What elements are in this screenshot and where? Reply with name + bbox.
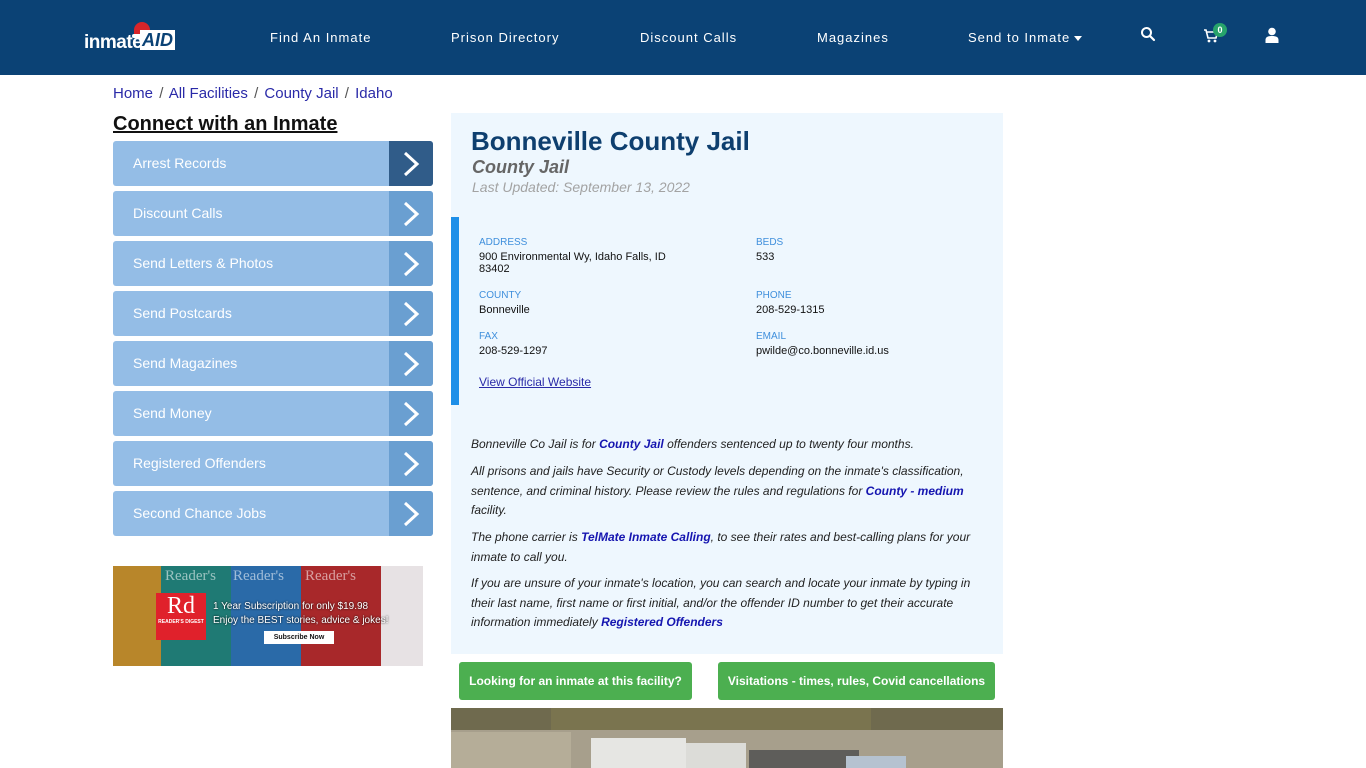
- ad-offer-text: 1 Year Subscription for only $19.98: [213, 601, 369, 612]
- search-icon: [1141, 27, 1156, 42]
- sidebar-title: Connect with an Inmate: [113, 113, 338, 135]
- nav-magazines[interactable]: Magazines: [817, 30, 889, 45]
- sidebar-item-label: Registered Offenders: [133, 455, 266, 471]
- last-updated: Last Updated: September 13, 2022: [472, 179, 690, 195]
- inmateaid-logo[interactable]: inmate AID: [84, 22, 184, 56]
- find-inmate-at-facility-button[interactable]: Looking for an inmate at this facility?: [459, 662, 692, 700]
- beds-value: 533: [756, 251, 775, 263]
- description-paragraph: Bonneville Co Jail is for County Jail of…: [471, 435, 981, 455]
- readers-digest-logo: Rd READER'S DIGEST: [156, 593, 206, 640]
- breadcrumb-separator: /: [344, 85, 349, 102]
- email-label: EMAIL: [756, 331, 787, 342]
- beds-label: BEDS: [756, 237, 784, 248]
- sidebar-item-label: Send Letters & Photos: [133, 255, 274, 271]
- sidebar-item-arrest-records[interactable]: Arrest Records: [113, 141, 433, 186]
- chevron-right-icon: [389, 191, 433, 236]
- fax-label: FAX: [479, 331, 498, 342]
- facility-type: County Jail: [472, 157, 570, 177]
- breadcrumb-separator: /: [159, 85, 164, 102]
- sidebar-item-label: Arrest Records: [133, 155, 227, 171]
- facility-name: Bonneville County Jail: [471, 126, 750, 156]
- user-icon: [1265, 27, 1279, 43]
- sidebar-item-send-postcards[interactable]: Send Postcards: [113, 291, 433, 336]
- description-paragraph: The phone carrier is TelMate Inmate Call…: [471, 528, 981, 567]
- nav-find-an-inmate[interactable]: Find An Inmate: [270, 30, 371, 45]
- sidebar-item-label: Send Money: [133, 405, 212, 421]
- logo-rd: Rd: [166, 593, 195, 619]
- breadcrumb-idaho[interactable]: Idaho: [355, 85, 393, 102]
- nav-send-to-inmate-label: Send to Inmate: [968, 30, 1071, 45]
- nav-send-to-inmate[interactable]: Send to Inmate: [968, 30, 1083, 45]
- chevron-right-icon: [389, 491, 433, 536]
- facility-aerial-photo: [451, 708, 1003, 768]
- sidebar-item-label: Send Postcards: [133, 305, 232, 321]
- description-text: offenders sentenced up to twenty four mo…: [663, 437, 914, 451]
- readers-digest-ad[interactable]: Reader's Reader's Reader's Rd READER'S D…: [113, 566, 423, 666]
- magazine-masthead: Reader's: [233, 568, 285, 584]
- sidebar-item-label: Second Chance Jobs: [133, 505, 267, 521]
- address-line1: 900 Environmental Wy, Idaho Falls, ID: [479, 251, 666, 263]
- visitations-button[interactable]: Visitations - times, rules, Covid cancel…: [718, 662, 995, 700]
- info-accent-bar: [451, 217, 459, 405]
- logo-aid: AID: [140, 30, 175, 50]
- email-value: pwilde@co.bonneville.id.us: [756, 345, 889, 357]
- ad-tagline: Enjoy the BEST stories, advice & jokes!: [213, 615, 389, 626]
- search-button[interactable]: [1140, 26, 1160, 46]
- logo-readers-digest: READER'S DIGEST: [158, 619, 204, 625]
- aerial-photo-graphic: [451, 708, 1003, 768]
- breadcrumb-all-facilities[interactable]: All Facilities: [169, 85, 248, 102]
- sidebar-item-send-money[interactable]: Send Money: [113, 391, 433, 436]
- description-text: facility.: [471, 503, 507, 517]
- county-label: COUNTY: [479, 290, 522, 301]
- chevron-right-icon: [389, 341, 433, 386]
- address-line2: 83402: [479, 263, 510, 275]
- chevron-right-icon: [389, 441, 433, 486]
- top-navbar: inmate AID Find An Inmate Prison Directo…: [0, 0, 1366, 75]
- nav-discount-calls[interactable]: Discount Calls: [640, 30, 737, 45]
- description-paragraph: If you are unsure of your inmate's locat…: [471, 574, 981, 633]
- sidebar-item-discount-calls[interactable]: Discount Calls: [113, 191, 433, 236]
- magazine-masthead: Reader's: [165, 568, 217, 584]
- account-button[interactable]: [1265, 27, 1285, 47]
- description-text: The phone carrier is: [471, 530, 582, 544]
- breadcrumb-county-jail[interactable]: County Jail: [264, 85, 338, 102]
- county-medium-link[interactable]: County - medium: [866, 484, 964, 498]
- cart-count-badge: 0: [1213, 23, 1227, 37]
- telmate-link[interactable]: TelMate Inmate Calling: [581, 530, 711, 544]
- nav-prison-directory[interactable]: Prison Directory: [451, 30, 559, 45]
- caret-down-icon: [1074, 36, 1083, 42]
- subscribe-now-button[interactable]: Subscribe Now: [264, 631, 334, 644]
- phone-label: PHONE: [756, 290, 792, 301]
- chevron-right-icon: [389, 141, 433, 186]
- sidebar-item-send-letters-photos[interactable]: Send Letters & Photos: [113, 241, 433, 286]
- county-jail-link[interactable]: County Jail: [599, 437, 664, 451]
- chevron-right-icon: [389, 241, 433, 286]
- breadcrumb-home[interactable]: Home: [113, 85, 153, 102]
- sidebar-item-send-magazines[interactable]: Send Magazines: [113, 341, 433, 386]
- address-label: ADDRESS: [479, 237, 528, 248]
- sidebar-item-label: Send Magazines: [133, 355, 238, 371]
- magazine-masthead: Reader's: [305, 568, 357, 584]
- breadcrumb: Home / All Facilities / County Jail / Id…: [113, 85, 393, 102]
- breadcrumb-separator: /: [254, 85, 259, 102]
- sidebar-item-registered-offenders[interactable]: Registered Offenders: [113, 441, 433, 486]
- county-value: Bonneville: [479, 304, 530, 316]
- sidebar-item-label: Discount Calls: [133, 205, 223, 221]
- sidebar-item-second-chance-jobs[interactable]: Second Chance Jobs: [113, 491, 433, 536]
- description-text: Bonneville Co Jail is for: [471, 437, 600, 451]
- chevron-right-icon: [389, 391, 433, 436]
- fax-value: 208-529-1297: [479, 345, 548, 357]
- magazine-cover: [113, 566, 161, 666]
- chevron-right-icon: [389, 291, 433, 336]
- description-paragraph: All prisons and jails have Security or C…: [471, 462, 981, 521]
- registered-offenders-link[interactable]: Registered Offenders: [601, 615, 723, 629]
- phone-value: 208-529-1315: [756, 304, 825, 316]
- view-official-website-link[interactable]: View Official Website: [479, 375, 591, 389]
